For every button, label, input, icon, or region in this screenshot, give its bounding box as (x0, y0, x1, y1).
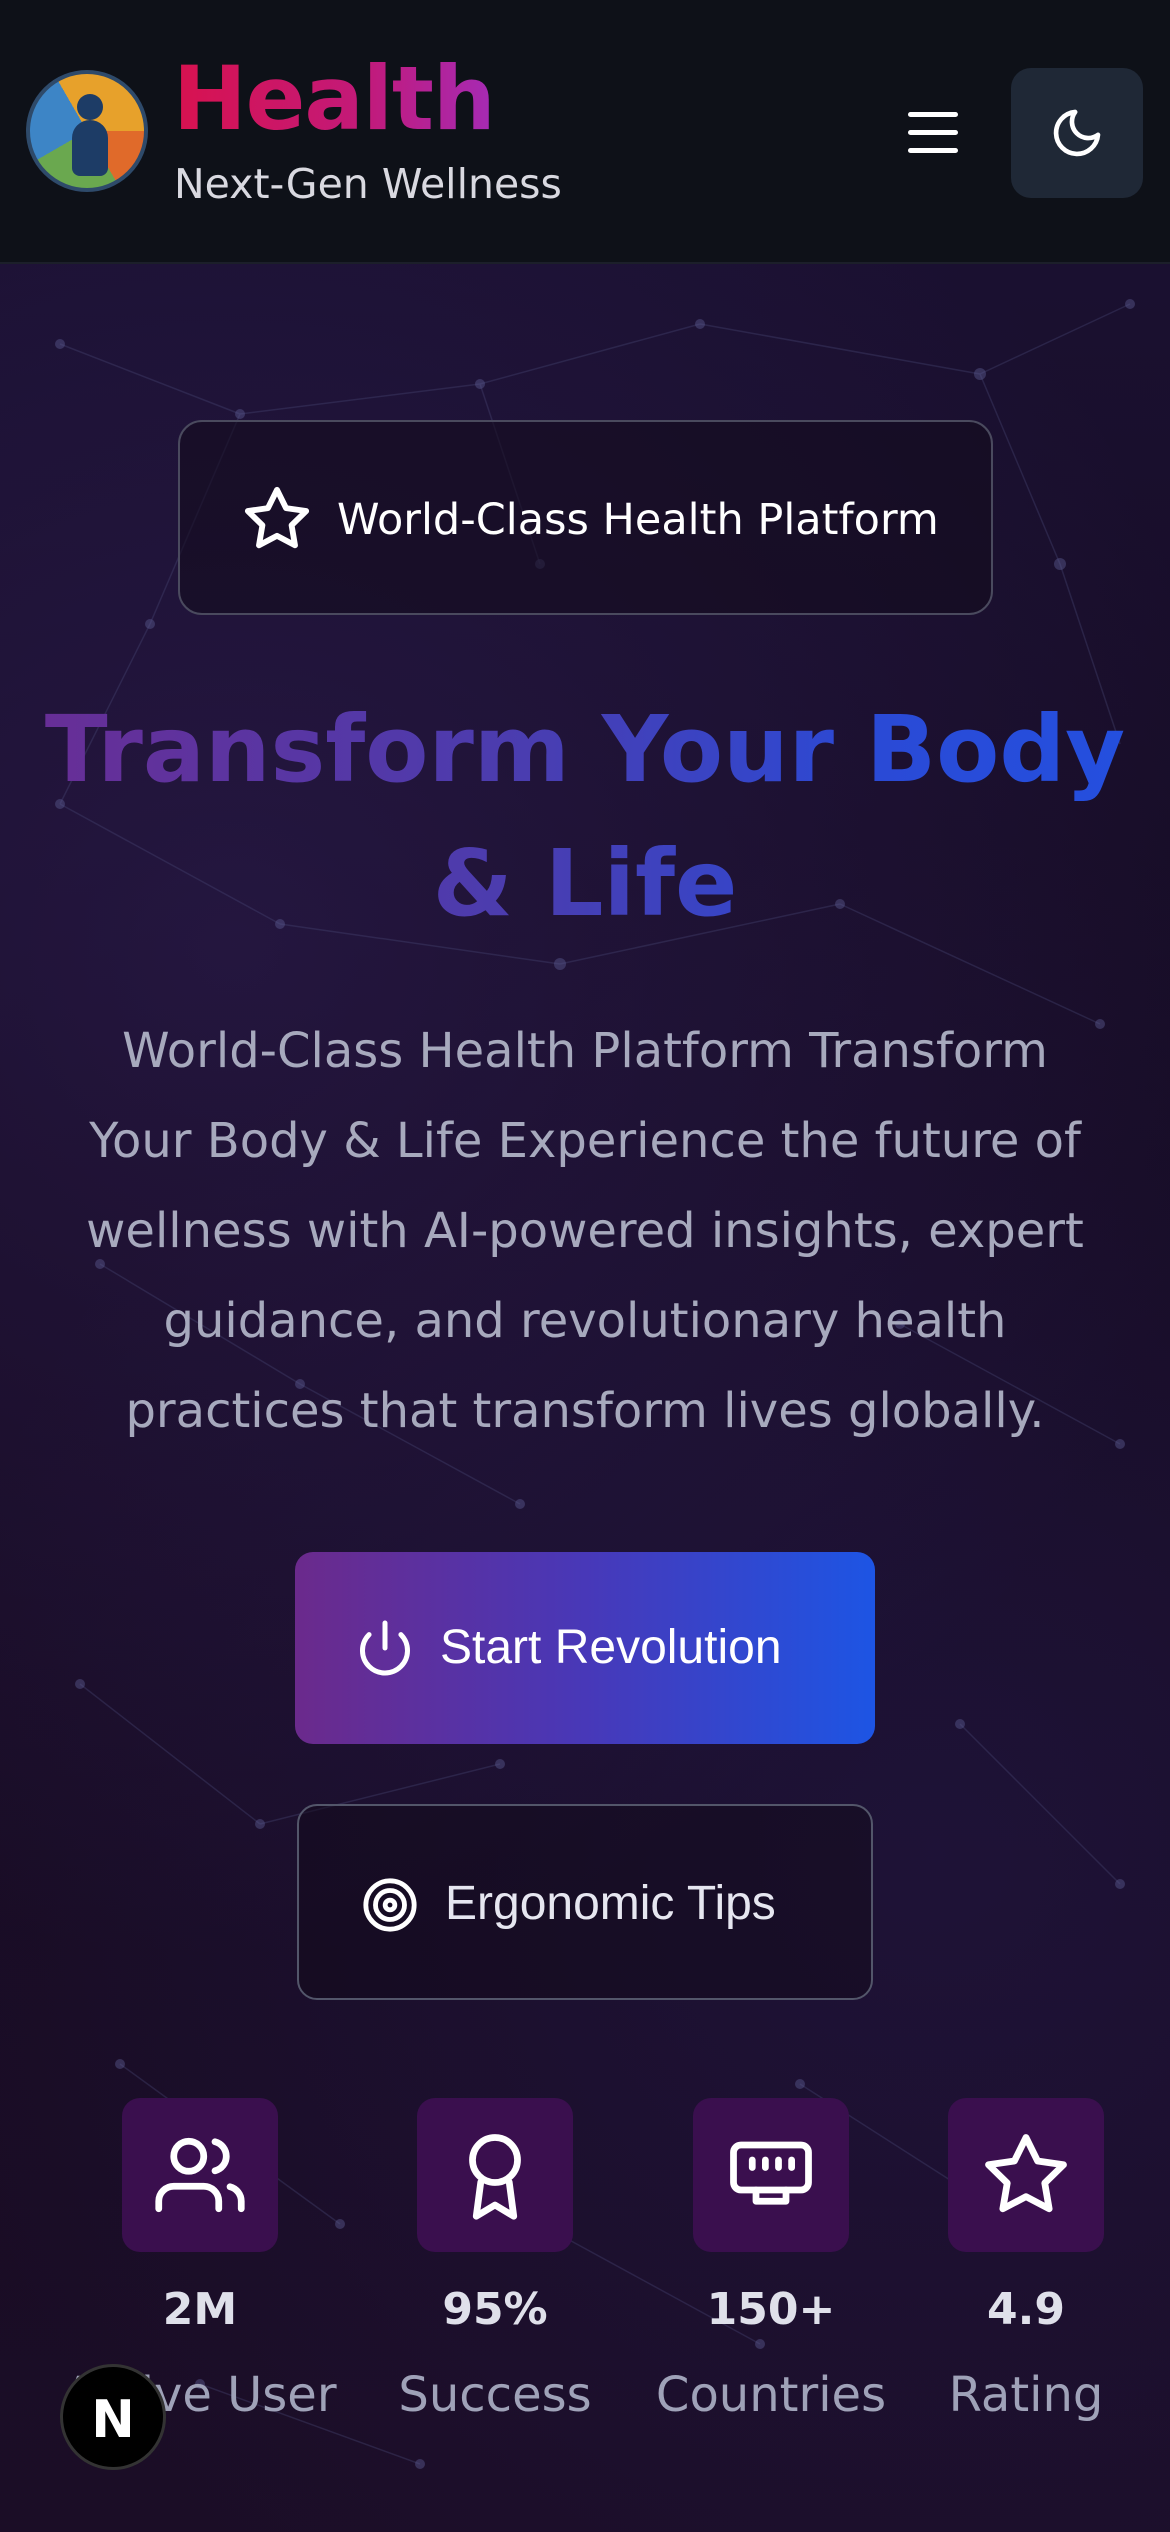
stat-label: Countries (655, 2367, 887, 2423)
moon-icon (1053, 109, 1101, 157)
hero-description: World-Class Health Platform Transform Yo… (86, 1023, 1084, 1439)
app-header: Health Next-Gen Wellness (0, 0, 1170, 264)
badge-text: World-Class Health Platform (337, 495, 939, 545)
network-icon (730, 2141, 812, 2205)
stat-value: 150+ (706, 2284, 836, 2335)
power-icon (360, 1620, 410, 1676)
stat-label: Success (398, 2367, 592, 2423)
start-revolution-label: Start Revolution (440, 1621, 782, 1674)
brand-subtitle: Next-Gen Wellness (174, 160, 562, 208)
users-icon (155, 2137, 245, 2213)
star-icon (985, 2134, 1067, 2213)
star-icon-box (948, 2098, 1104, 2252)
network-icon-box (693, 2098, 849, 2252)
brand-title: Health (173, 44, 496, 154)
dev-badge-letter: N (91, 2390, 135, 2450)
start-revolution-button[interactable]: Start Revolution (295, 1552, 875, 1744)
users-icon-box (122, 2098, 278, 2252)
dev-tools-badge[interactable]: N (60, 2364, 166, 2470)
target-icon (363, 1878, 417, 1932)
award-icon (469, 2134, 521, 2220)
stat-value: 95% (442, 2284, 548, 2335)
hero-headline: Transform Your Body & Life (0, 683, 1170, 951)
ergonomic-tips-label: Ergonomic Tips (445, 1877, 776, 1930)
platform-badge: World-Class Health Platform (178, 420, 993, 615)
logo-icon[interactable] (26, 70, 148, 192)
theme-toggle-button[interactable] (1011, 68, 1143, 198)
stat-value: 4.9 (987, 2284, 1065, 2335)
award-icon-box (417, 2098, 573, 2252)
stat-label: Rating (948, 2367, 1104, 2423)
star-icon (244, 486, 310, 549)
hamburger-menu-button[interactable] (896, 98, 968, 166)
ergonomic-tips-button[interactable]: Ergonomic Tips (297, 1804, 873, 2000)
stat-value: 2M (162, 2284, 238, 2335)
